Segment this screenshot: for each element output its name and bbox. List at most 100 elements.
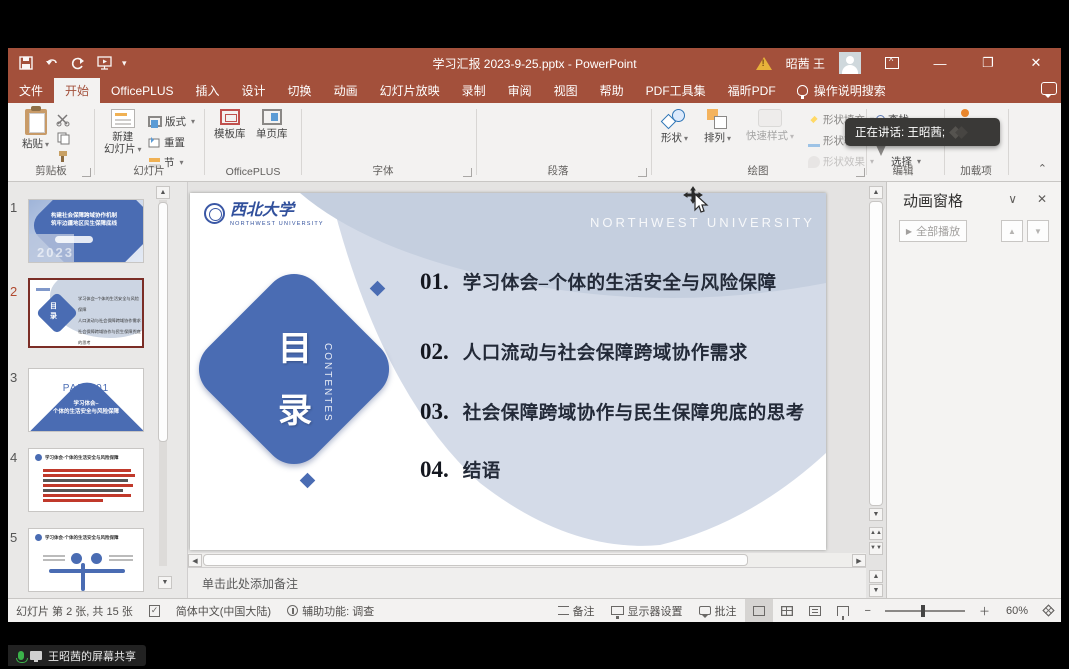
toc-title-char-1: 目: [278, 321, 312, 370]
play-all-button[interactable]: ▶ 全部播放: [899, 220, 967, 242]
slide-thumbnail-1[interactable]: 构建社会保障跨域协作机制 筑牢边疆地区民生保障底线 2023: [28, 199, 144, 263]
restore-button[interactable]: ❐: [971, 48, 1005, 78]
hscroll-left-button[interactable]: ◀: [188, 554, 202, 567]
tab-officeplus[interactable]: OfficePLUS: [100, 78, 184, 103]
layout-button[interactable]: 版式: [148, 114, 195, 129]
normal-view-button[interactable]: [745, 599, 773, 622]
slideshow-view-button[interactable]: [829, 599, 857, 622]
vscrollbar-thumb[interactable]: [869, 201, 883, 506]
thumb-scrollbar-thumb[interactable]: [158, 202, 168, 442]
display-settings-button[interactable]: 显示器设置: [603, 599, 691, 622]
drawing-group-label: 绘图: [708, 163, 808, 178]
feedback-icon[interactable]: [1041, 82, 1057, 95]
paragraph-dialog-launcher[interactable]: [638, 168, 647, 177]
language-indicator[interactable]: 简体中文(中国大陆): [168, 599, 279, 622]
tab-view[interactable]: 视图: [543, 78, 589, 103]
tab-file[interactable]: 文件: [8, 78, 54, 103]
arrange-button[interactable]: 排列: [704, 109, 731, 144]
notes-scroll-down-button[interactable]: ▼: [869, 584, 883, 597]
move-later-button[interactable]: ▼: [1027, 220, 1049, 242]
zoom-in-button[interactable]: ＋: [971, 599, 998, 622]
toc-item-3[interactable]: 03. 社会保障跨域协作与民生保障兜底的思考: [420, 399, 805, 425]
screen-share-text: 王昭茜的屏幕共享: [48, 648, 136, 664]
tab-insert[interactable]: 插入: [185, 78, 231, 103]
reading-view-button[interactable]: [801, 599, 829, 622]
user-avatar[interactable]: [839, 52, 861, 74]
vscroll-up-button[interactable]: ▲: [869, 186, 883, 199]
undo-icon[interactable]: [44, 55, 60, 71]
new-slide-button[interactable]: 新建幻灯片: [104, 109, 142, 155]
hscroll-right-button[interactable]: ▶: [852, 554, 866, 567]
collapse-ribbon-button[interactable]: ⌃: [1038, 162, 1047, 175]
animation-pane-menu-icon[interactable]: ∨: [1008, 192, 1017, 206]
single-page-library-button[interactable]: 单页库: [256, 109, 288, 140]
drawing-dialog-launcher[interactable]: [856, 168, 865, 177]
toc-item-2[interactable]: 02. 人口流动与社会保障跨域协作需求: [420, 339, 748, 365]
thumb-scroll-down-button[interactable]: ▼: [158, 576, 172, 589]
zoom-slider[interactable]: [885, 610, 965, 612]
move-earlier-button[interactable]: ▲: [1001, 220, 1023, 242]
tab-foxit-pdf[interactable]: 福昕PDF: [717, 78, 787, 103]
tab-record[interactable]: 录制: [451, 78, 497, 103]
paste-button[interactable]: 粘贴: [22, 109, 49, 150]
user-name[interactable]: 昭茜 王: [786, 55, 825, 72]
thumbnail-scrollbar[interactable]: ▲: [156, 186, 170, 590]
font-dialog-launcher[interactable]: [463, 168, 472, 177]
format-painter-button[interactable]: [56, 149, 70, 163]
warning-icon[interactable]: [756, 57, 772, 70]
reset-button[interactable]: 重置: [148, 135, 185, 150]
tab-design[interactable]: 设计: [231, 78, 277, 103]
zoom-out-button[interactable]: −: [857, 599, 879, 622]
toc-item-1[interactable]: 01. 学习体会–个体的生活安全与风险保障: [420, 269, 777, 295]
copy-button[interactable]: [56, 131, 70, 145]
tell-me-search[interactable]: 操作说明搜索: [787, 78, 896, 103]
cut-button[interactable]: [56, 113, 70, 127]
zoom-slider-thumb[interactable]: [921, 605, 925, 617]
shape-effects-button[interactable]: 形状效果: [808, 154, 874, 169]
comments-toggle-button[interactable]: 批注: [691, 599, 745, 622]
tab-animations[interactable]: 动画: [323, 78, 369, 103]
font-group-label: 字体: [308, 163, 458, 178]
notes-scroll-up-button[interactable]: ▲: [869, 570, 883, 583]
customize-qat-icon[interactable]: ▾: [122, 55, 138, 71]
slide-thumbnail-3[interactable]: PART 01 学习体会– 个体的生活安全与风险保障: [28, 368, 144, 432]
notes-icon: [558, 606, 569, 615]
save-icon[interactable]: [18, 55, 34, 71]
slide-counter[interactable]: 幻灯片 第 2 张, 共 15 张: [8, 599, 141, 622]
vscroll-down-button[interactable]: ▼: [869, 508, 883, 521]
template-library-button[interactable]: 模板库: [214, 109, 246, 140]
previous-slide-button[interactable]: ▲▲: [869, 527, 883, 540]
zoom-level[interactable]: 60%: [998, 599, 1036, 622]
accessibility-indicator[interactable]: 辅助功能: 调查: [279, 599, 382, 622]
thumb-scroll-up-button[interactable]: ▲: [156, 186, 170, 199]
start-slideshow-icon[interactable]: [96, 55, 112, 71]
tab-help[interactable]: 帮助: [589, 78, 635, 103]
ribbon-display-options-button[interactable]: [875, 48, 909, 78]
shapes-button[interactable]: 形状: [661, 109, 688, 144]
close-button[interactable]: ✕: [1019, 48, 1053, 78]
clipboard-dialog-launcher[interactable]: [82, 168, 91, 177]
slide-sorter-view-button[interactable]: [773, 599, 801, 622]
comment-icon: [699, 606, 711, 615]
watermark-text: NORTHWEST UNIVERSITY: [590, 215, 815, 230]
tab-home[interactable]: 开始: [54, 78, 100, 103]
slide-thumbnail-4[interactable]: 学习体会-个体的生活安全与风险保障: [28, 448, 144, 512]
animation-pane-close-icon[interactable]: ✕: [1037, 192, 1047, 206]
tab-transitions[interactable]: 切换: [277, 78, 323, 103]
redo-icon[interactable]: [70, 55, 86, 71]
tab-review[interactable]: 审阅: [497, 78, 543, 103]
slide-thumbnail-2-selected[interactable]: 目录 学习体会–个体的生活安全与风险保障 人口流动与社会保障跨域协作需求 社会保…: [28, 278, 144, 348]
slide-thumbnail-5[interactable]: 学习体会-个体的生活安全与风险保障: [28, 528, 144, 592]
minimize-button[interactable]: —: [923, 48, 957, 78]
next-slide-button[interactable]: ▼▼: [869, 542, 883, 555]
slide-canvas[interactable]: 西北大学 NORTHWEST UNIVERSITY NORTHWEST UNIV…: [190, 193, 826, 550]
quick-styles-button[interactable]: 快速样式: [746, 109, 794, 142]
toc-item-4[interactable]: 04. 结语: [420, 457, 501, 483]
notes-toggle-button[interactable]: 备注: [550, 599, 603, 622]
hscrollbar-thumb[interactable]: [203, 554, 748, 566]
fit-to-window-button[interactable]: [1036, 599, 1061, 622]
tab-slideshow[interactable]: 幻灯片放映: [369, 78, 451, 103]
notes-pane[interactable]: 单击此处添加备注: [188, 567, 866, 598]
tab-pdf-tools[interactable]: PDF工具集: [635, 78, 717, 103]
spellcheck-indicator[interactable]: [141, 599, 168, 622]
